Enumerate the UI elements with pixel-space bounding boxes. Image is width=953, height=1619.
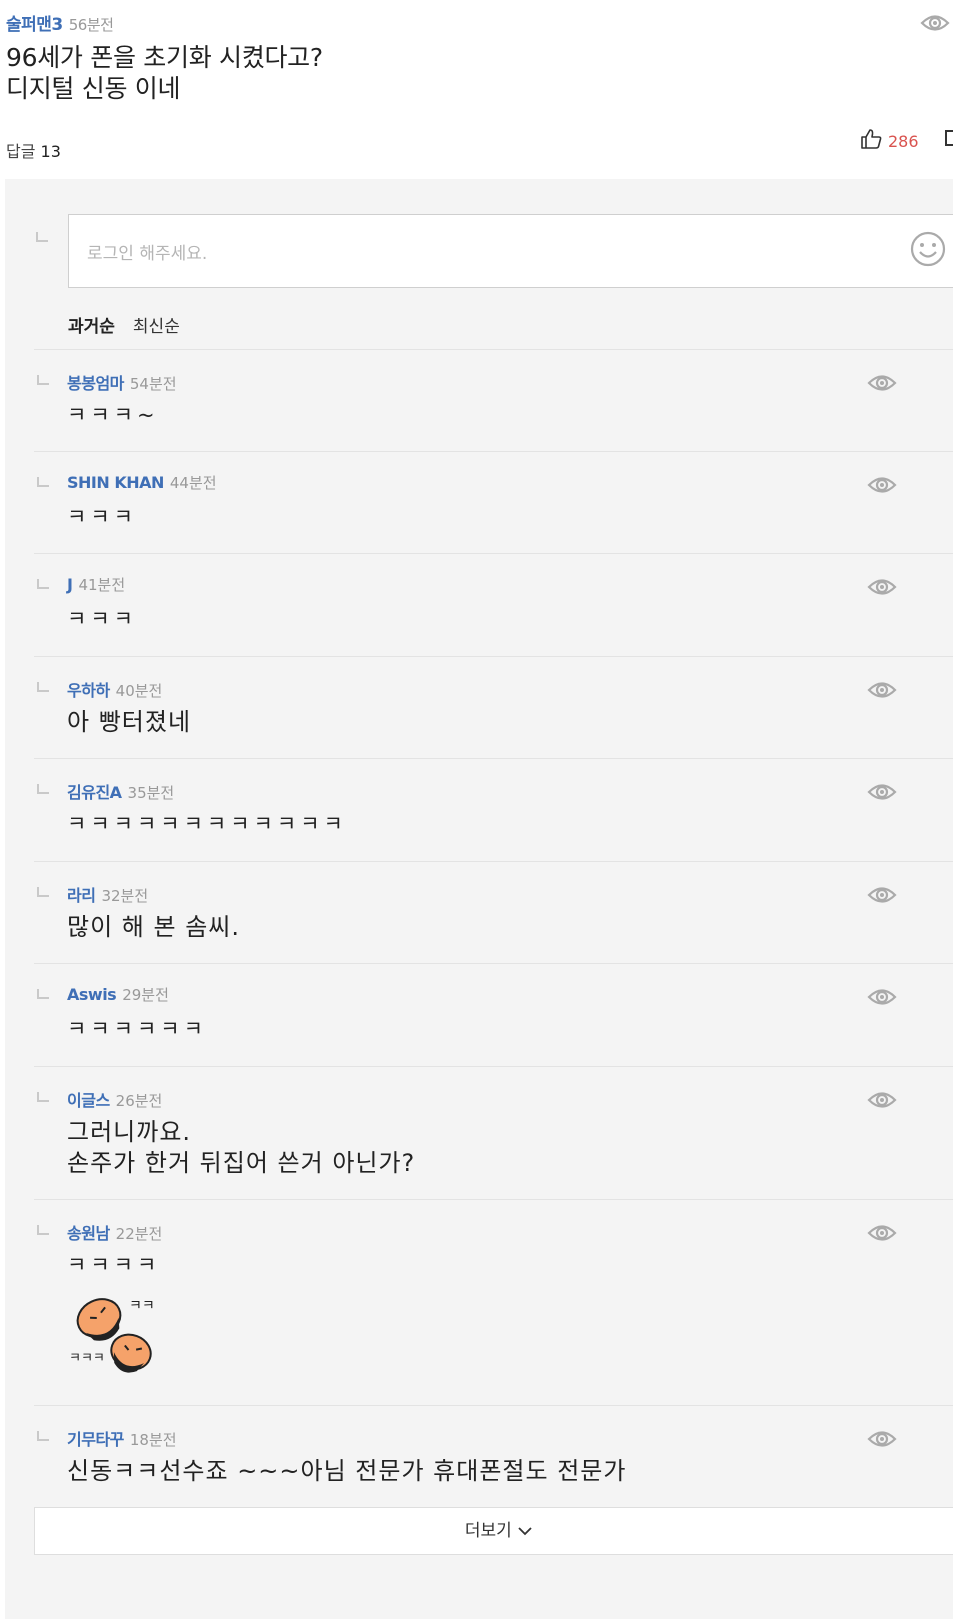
comment-text: 그러니까요. 손주가 한거 뒤집어 쓴거 아닌가? bbox=[67, 1118, 416, 1177]
comment-text: ㅋㅋㅋㅋ bbox=[67, 1253, 161, 1277]
post: 술퍼맨3 56분전 96세가 폰을 초기화 시켰다고? 디지털 신동 이네 답글 … bbox=[0, 0, 953, 180]
reply-section: 로그인 해주세요. 과거순 최신순 봉봉엄마 54분전 ㅋㅋㅋ~ SHIN KHA… bbox=[5, 179, 953, 1619]
eye-icon[interactable] bbox=[867, 679, 897, 705]
comment-text: 많이 해 본 솜씨. bbox=[67, 913, 240, 941]
eye-icon[interactable] bbox=[867, 576, 897, 602]
sticker-text: ㅋㅋㅋ bbox=[69, 1351, 105, 1366]
comment-time: 54분전 bbox=[129, 375, 177, 393]
comment-item: Aswis 29분전 ㅋㅋㅋㅋㅋㅋ bbox=[34, 963, 953, 1067]
sort-newest[interactable]: 최신순 bbox=[133, 312, 180, 337]
comment-item: 라리 32분전 많이 해 본 솜씨. bbox=[34, 861, 953, 964]
reply-count[interactable]: 답글 13 bbox=[6, 138, 61, 162]
post-body: 96세가 폰을 초기화 시켰다고? 디지털 신동 이네 bbox=[6, 43, 323, 103]
comment-text: ㅋㅋㅋ bbox=[67, 505, 137, 529]
chevron-down-icon bbox=[517, 1521, 533, 1541]
comment-time: 29분전 bbox=[122, 986, 169, 1004]
sort-tabs: 과거순 최신순 bbox=[68, 312, 180, 337]
comment-time: 32분전 bbox=[101, 887, 149, 905]
comment-item: 김유진A 35분전 ㅋㅋㅋㅋㅋㅋㅋㅋㅋㅋㅋㅋ bbox=[34, 758, 953, 862]
eye-icon[interactable] bbox=[867, 884, 897, 910]
more-button-label: 더보기 bbox=[464, 1521, 512, 1541]
comment-text: ㅋㅋㅋ bbox=[67, 607, 137, 631]
reply-corner-icon bbox=[37, 1092, 49, 1102]
more-button[interactable]: 더보기 bbox=[34, 1507, 953, 1555]
dislike-icon[interactable] bbox=[945, 130, 953, 146]
reply-label: 답글 bbox=[6, 142, 36, 161]
comment-author[interactable]: Aswis 29분전 bbox=[67, 984, 169, 1005]
smile-icon[interactable] bbox=[910, 231, 946, 271]
reply-corner-icon bbox=[37, 784, 49, 794]
comment-time: 41분전 bbox=[78, 576, 126, 594]
sort-oldest[interactable]: 과거순 bbox=[68, 312, 115, 337]
comment-item: 우하하 40분전 아 빵터졌네 bbox=[34, 656, 953, 759]
comment-item: 송원남 22분전 ㅋㅋㅋㅋ ㅋㅋ ㅋㅋㅋ bbox=[34, 1199, 953, 1406]
post-author-name[interactable]: 술퍼맨3 bbox=[6, 15, 63, 35]
eye-icon[interactable] bbox=[867, 1222, 897, 1248]
comment-text: 아 빵터졌네 bbox=[67, 708, 192, 736]
reply-corner-icon bbox=[37, 1431, 49, 1441]
reply-corner-icon bbox=[37, 375, 49, 385]
eye-icon[interactable] bbox=[867, 781, 897, 807]
comment-author[interactable]: 이글스 26분전 bbox=[67, 1087, 162, 1111]
comment-item: 기무타꾸 18분전 신동ㅋㅋ선수죠 ~~~아님 전문가 휴대폰절도 전문가 bbox=[34, 1405, 953, 1508]
reply-corner-icon bbox=[37, 682, 49, 692]
comment-item: 봉봉엄마 54분전 ㅋㅋㅋ~ bbox=[34, 349, 953, 452]
comment-text: ㅋㅋㅋㅋㅋㅋ bbox=[67, 1017, 207, 1041]
reply-corner-icon bbox=[37, 1225, 49, 1235]
eye-icon[interactable] bbox=[867, 1089, 897, 1115]
comment-text: ㅋㅋㅋ~ bbox=[67, 403, 159, 427]
comment-author[interactable]: 송원남 22분전 bbox=[67, 1220, 162, 1244]
comment-item: J 41분전 ㅋㅋㅋ bbox=[34, 553, 953, 657]
eye-icon[interactable] bbox=[867, 372, 897, 398]
reply-input[interactable]: 로그인 해주세요. bbox=[68, 214, 953, 288]
reply-corner-icon bbox=[37, 477, 49, 487]
comment-author[interactable]: J 41분전 bbox=[67, 574, 125, 595]
comment-author[interactable]: SHIN KHAN 44분전 bbox=[67, 472, 217, 493]
comment-text: ㅋㅋㅋㅋㅋㅋㅋㅋㅋㅋㅋㅋ bbox=[67, 812, 347, 836]
like-button[interactable]: 286 bbox=[860, 128, 919, 154]
comment-author[interactable]: 기무타꾸 18분전 bbox=[67, 1426, 177, 1450]
reply-count-value: 13 bbox=[40, 142, 61, 161]
comment-time: 26분전 bbox=[115, 1092, 163, 1110]
like-count: 286 bbox=[888, 131, 919, 151]
comment-author[interactable]: 우하하 40분전 bbox=[67, 677, 162, 701]
eye-icon[interactable] bbox=[867, 474, 897, 500]
reply-corner-icon bbox=[37, 989, 49, 999]
comment-time: 40분전 bbox=[115, 682, 163, 700]
post-author[interactable]: 술퍼맨3 56분전 bbox=[6, 10, 114, 35]
eye-icon[interactable] bbox=[867, 986, 897, 1012]
thumbs-up-icon bbox=[860, 128, 882, 154]
comment-author[interactable]: 봉봉엄마 54분전 bbox=[67, 370, 177, 394]
comment-item: SHIN KHAN 44분전 ㅋㅋㅋ bbox=[34, 451, 953, 554]
reply-corner-icon bbox=[36, 232, 48, 242]
comment-author[interactable]: 김유진A 35분전 bbox=[67, 779, 174, 803]
comment-author[interactable]: 라리 32분전 bbox=[67, 882, 148, 906]
eye-icon[interactable] bbox=[920, 12, 950, 38]
reply-input-placeholder: 로그인 해주세요. bbox=[87, 244, 208, 264]
comment-text: 신동ㅋㅋ선수죠 ~~~아님 전문가 휴대폰절도 전문가 bbox=[67, 1457, 627, 1485]
eye-icon[interactable] bbox=[867, 1428, 897, 1454]
comment-item: 이글스 26분전 그러니까요. 손주가 한거 뒤집어 쓴거 아닌가? bbox=[34, 1066, 953, 1200]
comment-time: 35분전 bbox=[127, 784, 175, 802]
sticker-text: ㅋㅋ bbox=[129, 1298, 155, 1314]
reply-corner-icon bbox=[37, 579, 49, 589]
comment-time: 44분전 bbox=[169, 474, 217, 492]
reply-corner-icon bbox=[37, 887, 49, 897]
comment-time: 22분전 bbox=[115, 1225, 163, 1243]
post-time: 56분전 bbox=[68, 16, 114, 34]
laughing-sticker: ㅋㅋ ㅋㅋㅋ bbox=[69, 1288, 169, 1388]
comment-time: 18분전 bbox=[129, 1431, 177, 1449]
